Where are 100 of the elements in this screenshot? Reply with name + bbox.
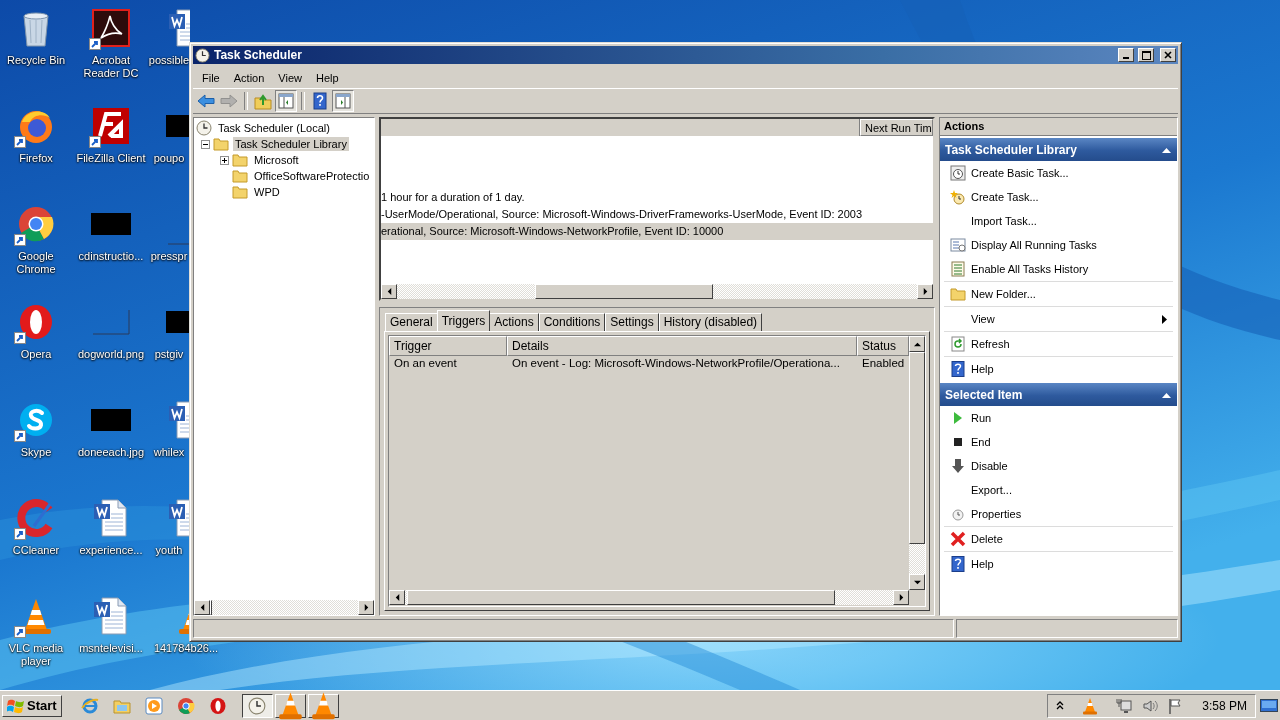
icon-label: Skype xyxy=(19,446,53,459)
folder-icon xyxy=(232,168,248,184)
table-cell-text: On event - Log: Microsoft-Windows-NetworkProfile/Operationa... xyxy=(511,357,841,369)
back-arrow-icon xyxy=(197,92,215,110)
action-link[interactable]: Import Task... xyxy=(971,215,1173,227)
shortcut-arrow-icon xyxy=(14,430,26,442)
menu-item[interactable]: Help xyxy=(308,70,346,86)
shortcut-arrow-icon xyxy=(14,528,26,540)
column-header[interactable]: Status xyxy=(857,336,909,356)
thumbnail-icon xyxy=(91,308,131,336)
console-tree-button[interactable] xyxy=(275,90,297,112)
section-header[interactable]: Selected Item xyxy=(940,383,1177,406)
start-button[interactable]: Start xyxy=(2,694,62,717)
speaker-icon[interactable] xyxy=(1142,697,1159,714)
action-link[interactable]: Export... xyxy=(971,484,1173,496)
cone-icon[interactable] xyxy=(1081,696,1100,715)
menu-item[interactable]: Action xyxy=(226,70,272,86)
menu-item[interactable]: File xyxy=(195,70,227,86)
document-icon xyxy=(166,8,190,48)
action-link[interactable]: End xyxy=(971,436,1173,448)
task-row[interactable]: 1 hour for a duration of 1 day. xyxy=(381,189,933,206)
tree-item[interactable]: Microsoft xyxy=(252,153,301,167)
network-icon[interactable] xyxy=(1116,697,1133,714)
action-link[interactable]: View xyxy=(971,313,1162,325)
icon-label: pstgiv xyxy=(153,348,185,361)
scroll-up-button[interactable] xyxy=(909,336,925,352)
scrollbar[interactable] xyxy=(381,284,933,299)
action-pane-button[interactable] xyxy=(332,90,354,112)
chrome-icon[interactable] xyxy=(176,696,195,715)
forward-arrow-icon xyxy=(220,92,238,110)
show-desktop-icon[interactable] xyxy=(1260,698,1278,713)
tab[interactable]: History (disabled) xyxy=(658,313,763,331)
clock[interactable]: 3:58 PM xyxy=(1202,698,1247,713)
plus-icon xyxy=(220,156,228,164)
flag-icon[interactable] xyxy=(1168,697,1183,714)
tree-item[interactable]: Task Scheduler (Local) xyxy=(216,121,332,135)
thumbnail-icon xyxy=(166,311,190,333)
column-header[interactable]: Next Run Tim xyxy=(860,119,933,136)
action-link[interactable]: Disable xyxy=(971,460,1173,472)
action-link[interactable]: Help xyxy=(971,363,1173,375)
scroll-right-button[interactable] xyxy=(893,590,909,605)
pane-title: Actions xyxy=(940,118,1177,136)
column-header[interactable]: Trigger xyxy=(389,336,507,356)
scrollbar[interactable] xyxy=(194,600,374,615)
scrollbar-thumb[interactable] xyxy=(407,590,835,605)
close-button[interactable] xyxy=(1160,48,1176,62)
thumbnail-icon xyxy=(166,115,190,137)
minimize-button[interactable] xyxy=(1118,48,1134,62)
clock-icon xyxy=(195,47,210,63)
action-link[interactable]: Run xyxy=(971,412,1173,424)
scroll-left-button[interactable] xyxy=(381,284,397,299)
tab[interactable]: Actions xyxy=(489,313,539,331)
scrollbar[interactable] xyxy=(909,336,925,590)
collapse-toggle[interactable] xyxy=(200,139,210,149)
tab[interactable]: Triggers xyxy=(436,310,491,331)
opera-icon[interactable] xyxy=(208,696,227,715)
taskbar-button[interactable] xyxy=(241,693,273,718)
delete-icon xyxy=(949,531,966,547)
tree-item[interactable]: OfficeSoftwareProtectio xyxy=(252,169,372,183)
folder-icon xyxy=(232,184,248,200)
arrow-icon xyxy=(362,604,370,611)
maximize-button[interactable] xyxy=(1138,48,1154,62)
tree-item[interactable]: Task Scheduler Library xyxy=(233,137,349,151)
action-link[interactable]: New Folder... xyxy=(971,288,1173,300)
icon-label: Firefox xyxy=(18,152,54,165)
action-link[interactable]: Enable All Tasks History xyxy=(971,263,1173,275)
icon-label: presspr xyxy=(149,250,189,263)
action-link[interactable]: Help xyxy=(971,558,1173,570)
window-title: Task Scheduler xyxy=(214,48,303,62)
action-link[interactable]: Refresh xyxy=(971,338,1173,350)
action-link[interactable]: Properties xyxy=(971,508,1173,520)
action-link[interactable]: Create Task... xyxy=(971,191,1173,203)
scrollbar-thumb[interactable] xyxy=(210,600,212,615)
section-header[interactable]: Task Scheduler Library xyxy=(940,138,1177,161)
scroll-left-button[interactable] xyxy=(194,600,210,615)
scroll-down-button[interactable] xyxy=(909,574,925,590)
clock-icon xyxy=(196,120,212,136)
tab[interactable]: Conditions xyxy=(538,313,606,331)
scrollbar-thumb[interactable] xyxy=(909,352,925,544)
scrollbar[interactable] xyxy=(389,590,909,605)
action-link[interactable]: Display All Running Tasks xyxy=(971,239,1173,251)
chevron-icon[interactable] xyxy=(1056,701,1065,710)
icon-label: CCleaner xyxy=(11,544,61,557)
scroll-right-button[interactable] xyxy=(358,600,374,615)
task-row[interactable]: erational, Source: Microsoft-Windows-NetworkProfile, Event ID: 10000 xyxy=(381,223,933,240)
tab[interactable]: General xyxy=(385,313,438,331)
scroll-left-button[interactable] xyxy=(389,590,405,605)
action-link[interactable]: Delete xyxy=(971,533,1173,545)
scrollbar-thumb[interactable] xyxy=(535,284,713,299)
expand-toggle[interactable] xyxy=(219,155,229,165)
scroll-right-button[interactable] xyxy=(917,284,933,299)
icon-label: poupo xyxy=(152,152,186,165)
icon-label: msntelevisi... xyxy=(78,642,144,655)
action-link[interactable]: Create Basic Task... xyxy=(971,167,1173,179)
maximize-icon xyxy=(1141,50,1151,60)
column-header[interactable]: Details xyxy=(507,336,857,356)
menu-item[interactable]: View xyxy=(271,70,309,86)
tab[interactable]: Settings xyxy=(605,313,659,331)
tree-item[interactable]: WPD xyxy=(252,185,282,199)
task-row[interactable]: -UserMode/Operational, Source: Microsoft-Windows-DriverFrameworks-UserMode, Event ID: 2003 xyxy=(381,206,933,223)
